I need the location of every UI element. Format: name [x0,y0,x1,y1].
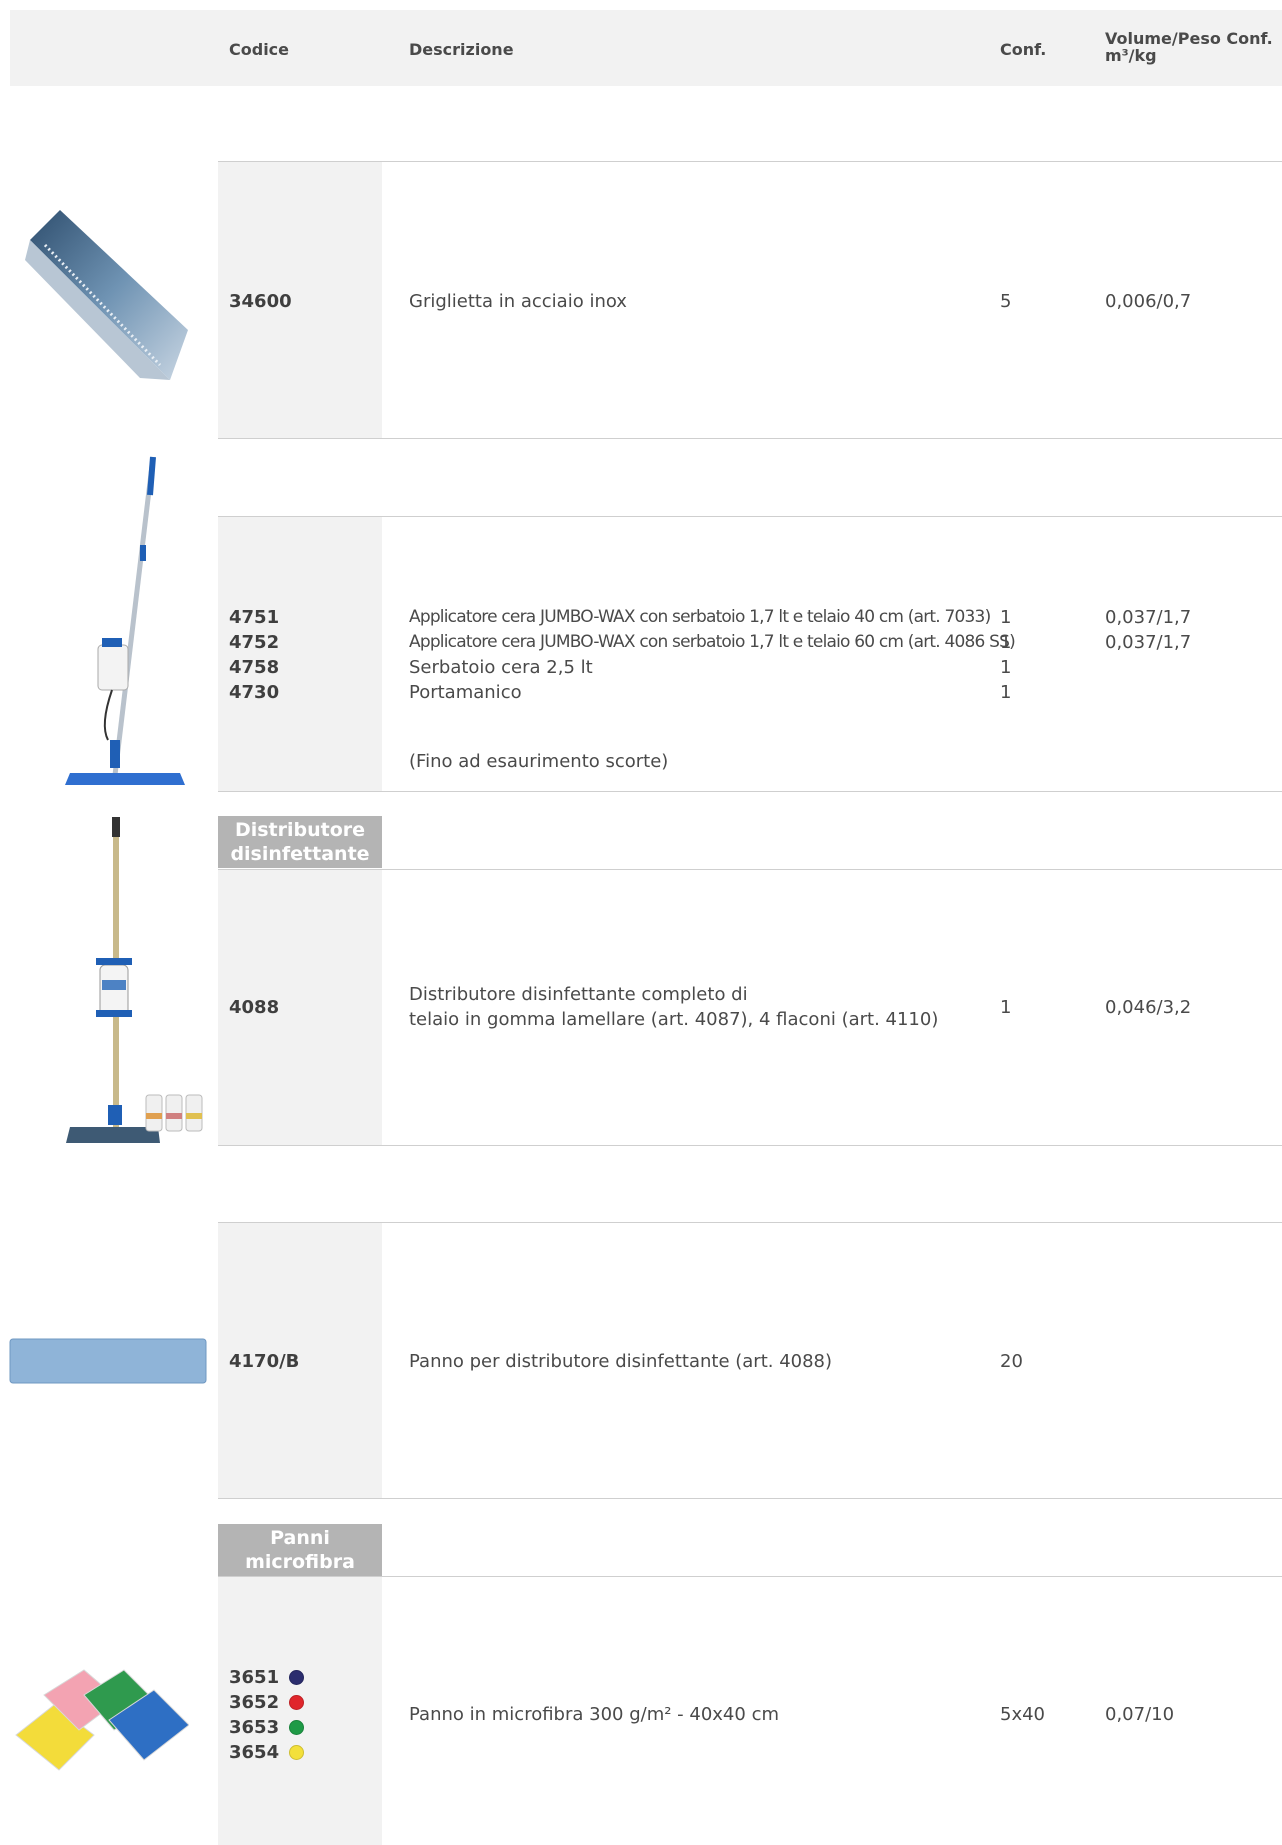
product-volume: 0,07/10 [1105,1702,1174,1727]
description-line: Panno per distributore disinfettante (ar… [409,1351,833,1372]
conf-value: 1 [1000,632,1012,653]
description-line: Portamanico [409,682,522,703]
description-line: Applicatore cera JUMBO-WAX con serbatoio… [409,607,991,627]
conf-value: 1 [1000,607,1012,628]
product-code: 4170/B [229,1349,299,1374]
product-conf: 5 [1000,289,1011,314]
volume-value: 0,037/1,7 [1105,632,1192,653]
product-volume: 0,006/0,7 [1105,289,1191,314]
product-codes: 3651 3652 3653 3654 [229,1665,305,1765]
code-item-red: 3652 [229,1690,305,1715]
code-item-yellow: 3654 [229,1740,305,1765]
volume-value: 0,006/0,7 [1105,291,1192,312]
category-tag-distributore: Distributore disinfettante [218,816,382,868]
availability-note: (Fino ad esaurimento scorte) [409,751,669,772]
description-line: Serbatoio cera 2,5 lt [409,657,593,678]
yellow-color-dot-icon [289,1745,305,1760]
product-codes: 4751 4752 4758 4730 [229,605,279,705]
conf-value: 5 [1000,291,1012,312]
conf-value: 1 [1000,657,1012,678]
header-volume-line1: Volume/Peso Conf. [1105,29,1273,48]
product-conf: 20 [1000,1349,1023,1374]
product-description: Distributore disinfettante completo di t… [409,982,938,1032]
code-item: 4170/B [229,1351,300,1372]
product-description: Griglietta in acciaio inox [409,289,627,314]
code-item: 4758 [229,657,280,678]
conf-value: 1 [1000,682,1012,703]
table-header [10,10,1282,86]
code-item: 4751 [229,607,280,628]
product-code: 4088 [229,995,279,1020]
code-item-navy: 3651 [229,1665,305,1690]
row-divider [218,1145,1282,1146]
tag-line: disinfettante [230,843,370,865]
microfiber-cloths-image [14,1665,190,1779]
mop-cloth-image [8,1336,208,1390]
description-line: Applicatore cera JUMBO-WAX con serbatoio… [409,632,1016,652]
product-volume: 0,037/1,7 0,037/1,7 [1105,605,1191,655]
code-number: 3652 [229,1692,280,1713]
row-divider [218,791,1282,792]
row-divider [218,1498,1282,1499]
tag-line: Panni [270,1527,330,1549]
navy-color-dot-icon [289,1670,305,1685]
row-divider [218,438,1282,439]
description-line: Griglietta in acciaio inox [409,291,627,312]
volume-value: 0,046/3,2 [1105,997,1192,1018]
code-number: 3654 [229,1742,280,1763]
volume-value: 0,037/1,7 [1105,607,1192,628]
code-item: 34600 [229,291,292,312]
header-descrizione: Descrizione [409,40,514,59]
product-description: Panno per distributore disinfettante (ar… [409,1349,832,1374]
wax-applicator-image [60,455,200,799]
product-description: Panno in microfibra 300 g/m² - 40x40 cm [409,1702,779,1727]
product-description: Applicatore cera JUMBO-WAX con serbatoio… [409,605,1016,705]
conf-value: 1 [1000,997,1012,1018]
description-line: telaio in gomma lamellare (art. 4087), 4… [409,1009,939,1030]
disinfectant-dispenser-image [58,815,218,1164]
code-number: 3651 [229,1667,280,1688]
code-number: 3653 [229,1717,280,1738]
product-conf: 1 1 1 1 [1000,605,1011,705]
product-code: 34600 [229,289,292,314]
product-volume: 0,046/3,2 [1105,995,1191,1020]
volume-value: 0,07/10 [1105,1704,1175,1725]
header-volume-line2: m³/kg [1105,46,1157,65]
product-note: (Fino ad esaurimento scorte) [409,749,668,774]
category-tag-panni: Panni microfibra [218,1524,382,1576]
code-item: 4730 [229,682,280,703]
code-item: 4752 [229,632,280,653]
green-color-dot-icon [289,1720,305,1735]
product-conf: 1 [1000,995,1011,1020]
code-item: 4088 [229,997,280,1018]
conf-value: 5x40 [1000,1704,1046,1725]
product-conf: 5x40 [1000,1702,1045,1727]
description-line: Distributore disinfettante completo di [409,984,748,1005]
header-codice: Codice [229,40,290,59]
tag-line: microfibra [245,1551,355,1573]
red-color-dot-icon [289,1695,305,1710]
description-line: Panno in microfibra 300 g/m² - 40x40 cm [409,1704,779,1725]
tag-line: Distributore [234,819,366,841]
steel-grid-image [20,200,190,394]
conf-value: 20 [1000,1351,1023,1372]
header-conf: Conf. [1000,40,1047,59]
header-volume: Volume/Peso Conf. m³/kg [1105,30,1273,64]
code-item-green: 3653 [229,1715,305,1740]
